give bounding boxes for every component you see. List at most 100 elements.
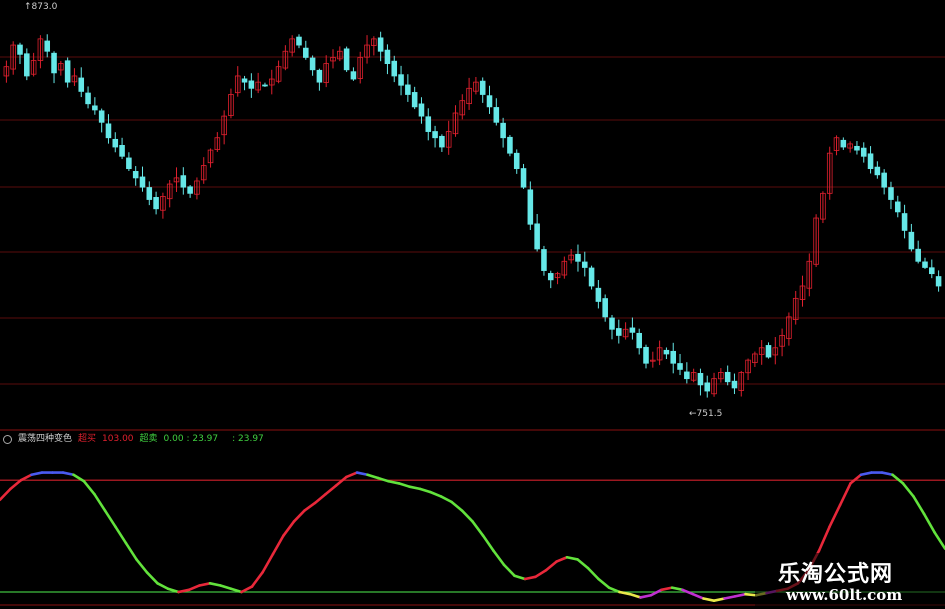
oscillator-segment xyxy=(82,479,96,496)
candle-body xyxy=(350,71,357,80)
candle-body xyxy=(500,122,506,139)
oscillator-segment xyxy=(240,585,254,594)
oscillator-segment xyxy=(891,473,905,485)
candle-body xyxy=(439,135,445,148)
indicator-settings-icon[interactable] xyxy=(3,435,12,444)
candle-body xyxy=(44,40,51,52)
oscillator-segment xyxy=(691,592,705,600)
candle-body xyxy=(85,92,91,105)
candle-body xyxy=(296,36,302,46)
candle-body xyxy=(98,110,105,123)
oscillator-segment xyxy=(366,473,380,480)
candle-body xyxy=(527,189,534,225)
candle-body xyxy=(888,187,894,200)
candle-body xyxy=(64,60,71,83)
candle-body xyxy=(24,53,30,77)
candle-body xyxy=(78,77,85,92)
candle-body xyxy=(840,139,847,148)
oscillator-segment xyxy=(450,500,464,512)
candle-body xyxy=(697,373,704,386)
oscillator-segment xyxy=(838,482,852,507)
candle-body xyxy=(677,363,683,370)
oscillator-segment xyxy=(922,512,936,534)
candle-body xyxy=(581,261,588,268)
low-price-label: ←751.5 xyxy=(689,409,723,419)
candle-body xyxy=(616,328,622,336)
oscillator-segment xyxy=(859,471,873,477)
candle-body xyxy=(704,382,711,392)
oscillator-segment xyxy=(576,558,590,570)
candle-body xyxy=(901,213,908,231)
candle-body xyxy=(493,107,500,123)
candle-body xyxy=(180,175,187,188)
oscillator-segment xyxy=(513,574,527,581)
candle-body xyxy=(908,231,915,250)
oscillator-segment xyxy=(723,595,737,600)
oscillator-segment xyxy=(471,520,485,537)
candle-body xyxy=(534,223,540,250)
candle-body xyxy=(636,332,642,349)
candle-body xyxy=(929,267,935,275)
oscillator-segment xyxy=(933,530,945,550)
candle-body xyxy=(146,187,153,200)
oscillator-segment xyxy=(355,471,369,477)
candle-body xyxy=(418,103,425,117)
oscillator-segment xyxy=(702,597,716,602)
oscillator-segment xyxy=(670,586,684,592)
candle-body xyxy=(881,172,887,188)
candle-body xyxy=(595,287,602,302)
oscillator-segment xyxy=(828,503,842,529)
oscillator-segment xyxy=(429,490,443,498)
candle-body xyxy=(588,267,595,287)
price-gridlines xyxy=(0,56,945,385)
oscillator-segment xyxy=(555,555,569,563)
candle-body xyxy=(935,276,942,287)
oscillator-segment xyxy=(502,563,516,578)
candle-body xyxy=(139,176,146,188)
candle-body xyxy=(262,84,268,87)
oscillator-segment xyxy=(124,541,138,561)
candle-body xyxy=(663,349,670,355)
oscillator-segment xyxy=(198,582,212,587)
candle-body xyxy=(112,138,119,148)
oscillator-segment xyxy=(912,495,926,516)
candle-body xyxy=(405,84,411,95)
oscillator-segment xyxy=(492,549,506,567)
candle-body xyxy=(765,345,772,358)
candle-body xyxy=(486,95,493,108)
candle-body xyxy=(384,49,391,64)
oscillator-segment xyxy=(733,592,747,598)
oscillator-segment xyxy=(660,586,674,592)
candle-body xyxy=(132,171,139,179)
oscillator-segment xyxy=(418,487,432,494)
oscillator-segment xyxy=(460,509,474,523)
oscillator-segment xyxy=(250,571,264,588)
oscillator-segment xyxy=(345,471,359,479)
candle-body xyxy=(541,249,547,271)
candle-body xyxy=(513,152,520,170)
candle-body xyxy=(377,37,384,52)
candle-body xyxy=(724,371,731,383)
oscillator-segment xyxy=(30,471,44,477)
oscillator-segment xyxy=(817,525,831,553)
candle-body xyxy=(343,48,350,71)
oscillator-segment xyxy=(387,479,401,485)
oscillator-segment xyxy=(408,485,422,491)
oscillator-segment xyxy=(439,495,453,504)
oscillator-segment xyxy=(313,492,327,505)
oscillator-segment xyxy=(114,525,128,545)
oscillator-segment xyxy=(271,534,285,556)
oscillator-segment xyxy=(61,471,75,477)
oscillator-segment xyxy=(901,482,915,498)
oscillator-segment xyxy=(282,520,296,537)
high-price-label: ↑873.0 xyxy=(24,2,58,12)
candle-body xyxy=(425,116,432,132)
oscillator-segment xyxy=(334,475,348,487)
candle-body xyxy=(643,346,649,364)
oscillator-segment xyxy=(607,586,621,594)
candle-body xyxy=(507,136,513,154)
oscillator-segment xyxy=(880,471,894,477)
candle-body xyxy=(411,92,418,108)
oscillator-segment xyxy=(565,555,579,561)
candle-body xyxy=(547,273,554,281)
